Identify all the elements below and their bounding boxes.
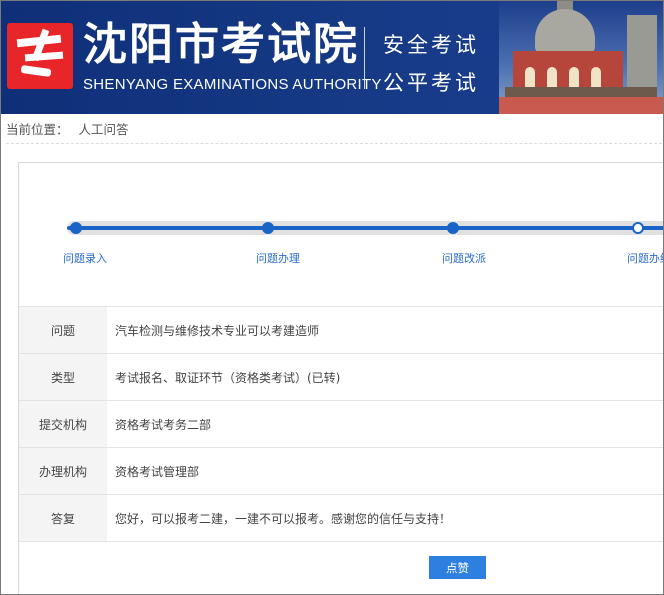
page-frame: 沈阳市考试院 SHENYANG EXAMINATIONS AUTHORITY 安… [0,0,664,595]
row-value-handler: 资格考试管理部 [115,464,200,479]
logo-icon [7,23,73,89]
row-key-handler: 办理机构 [19,448,107,494]
slogan-2: 公平考试 [383,71,479,95]
step-label-2: 问题办理 [256,252,300,265]
step-dot-3 [447,222,459,234]
row-value-submitter: 资格考试考务二部 [115,417,212,432]
header-divider [364,27,365,89]
progress-fill [67,226,663,230]
row-key-submitter: 提交机构 [19,401,107,447]
table-row: 提交机构 资格考试考务二部 [19,401,663,448]
row-key-question: 问题 [19,307,107,353]
row-key-reply: 答复 [19,495,107,541]
row-value-question: 汽车检测与维修技术专业可以考建造师 [115,323,320,338]
breadcrumb-label: 当前位置： [6,122,69,137]
step-label-1: 问题录入 [63,252,107,265]
row-value-reply: 您好，可以报考二建，一建不可以报考。感谢您的信任与支持！ [115,511,452,526]
slogan-1: 安全考试 [383,33,479,57]
row-key-type: 类型 [19,354,107,400]
table-row: 问题 汽车检测与维修技术专业可以考建造师 [19,307,663,354]
breadcrumb: 当前位置： 人工问答 [6,119,129,138]
like-button[interactable]: 点赞 [429,556,486,579]
divider [6,143,662,144]
table-row: 办理机构 资格考试管理部 [19,448,663,495]
header-banner: 沈阳市考试院 SHENYANG EXAMINATIONS AUTHORITY 安… [1,1,663,114]
site-title: 沈阳市考试院 [83,19,359,70]
step-dot-4 [632,222,644,234]
detail-table: 问题 汽车检测与维修技术专业可以考建造师 类型 考试报名、取证环节（资格类考试）… [19,306,663,542]
site-title-en: SHENYANG EXAMINATIONS AUTHORITY [83,76,382,93]
row-value-type: 考试报名、取证环节（资格类考试）(已转) [115,370,341,385]
step-dot-1 [70,222,82,234]
breadcrumb-current[interactable]: 人工问答 [79,122,129,137]
building-image [499,1,663,114]
progress-track [67,221,663,235]
step-dot-2 [262,222,274,234]
table-row: 类型 考试报名、取证环节（资格类考试）(已转) [19,354,663,401]
step-label-3: 问题改派 [442,252,486,265]
table-row: 答复 您好，可以报考二建，一建不可以报考。感谢您的信任与支持！ [19,495,663,542]
step-label-4: 问题办结 [627,252,663,265]
question-panel: 问题录入 问题办理 问题改派 问题办结 问题 汽车检测与维修技术专业可以考建造师… [18,162,663,594]
